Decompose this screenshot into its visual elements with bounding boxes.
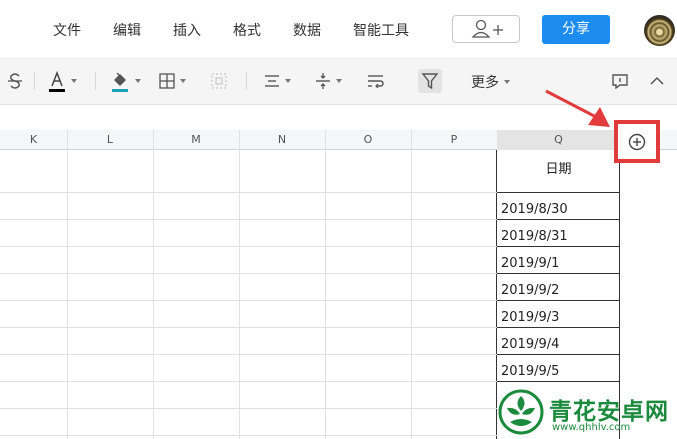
column-header-l[interactable]: L — [67, 130, 153, 150]
border-button[interactable] — [159, 70, 186, 92]
column-header-m[interactable]: M — [153, 130, 239, 150]
grid-line — [153, 130, 154, 439]
align-icon — [265, 75, 279, 87]
grid-line — [0, 435, 497, 436]
font-color-icon — [49, 70, 65, 92]
more-button[interactable]: 更多 — [471, 72, 510, 92]
menu-file[interactable]: 文件 — [53, 20, 81, 40]
fill-color-icon — [112, 72, 128, 92]
watermark-url: www.qhhlv.com — [552, 422, 631, 433]
fill-color-button[interactable] — [110, 70, 141, 92]
grid-line — [239, 130, 240, 439]
vertical-align-icon — [316, 73, 330, 89]
add-column-button[interactable] — [614, 120, 660, 163]
grid-line — [0, 381, 497, 382]
grid-line — [325, 130, 326, 439]
chevron-down-icon — [71, 79, 77, 83]
grid-line — [0, 300, 497, 301]
filter-icon — [421, 73, 439, 90]
date-header-cell[interactable]: 日期 — [497, 151, 620, 193]
filter-button[interactable] — [418, 69, 442, 93]
toolbar-divider — [246, 72, 247, 90]
annotation-arrow-icon — [545, 89, 610, 127]
column-header-o[interactable]: O — [325, 130, 411, 150]
date-cell[interactable]: 2019/9/3 — [497, 301, 620, 328]
date-cell[interactable]: 2019/9/4 — [497, 328, 620, 355]
grid-line — [0, 246, 497, 247]
chevron-down-icon — [336, 79, 342, 83]
grid-line — [0, 219, 497, 220]
more-label: 更多 — [471, 75, 499, 91]
column-header-n[interactable]: N — [239, 130, 325, 150]
grid-line — [67, 130, 68, 439]
share-button[interactable]: 分享 — [542, 15, 610, 44]
chevron-down-icon — [180, 79, 186, 83]
toolbar-divider — [34, 72, 35, 90]
wrap-text-button[interactable] — [367, 70, 385, 92]
chevron-down-icon — [285, 79, 291, 83]
date-cell[interactable]: 2019/9/1 — [497, 247, 620, 274]
wrap-text-icon — [368, 75, 384, 88]
column-header-p[interactable]: P — [411, 130, 497, 150]
avatar[interactable] — [644, 15, 675, 46]
horizontal-align-button[interactable] — [264, 70, 291, 92]
watermark-logo-icon — [498, 389, 544, 435]
menu-insert[interactable]: 插入 — [173, 20, 201, 40]
toolbar-divider — [95, 72, 96, 90]
strikethrough-button[interactable] — [6, 70, 24, 92]
font-color-button[interactable] — [48, 70, 77, 92]
menu-smart-tools[interactable]: 智能工具 — [353, 20, 409, 40]
date-cell[interactable]: 2019/9/2 — [497, 274, 620, 301]
border-icon — [159, 73, 175, 89]
grid-line — [0, 192, 497, 193]
grid-line — [0, 408, 497, 409]
add-collaborator-button[interactable] — [452, 15, 520, 43]
date-cell[interactable]: 2019/8/31 — [497, 220, 620, 247]
watermark-title: 青花安卓网 — [549, 399, 669, 425]
merge-cells-icon — [211, 73, 227, 89]
grid-line — [411, 130, 412, 439]
collapse-toolbar-button[interactable] — [650, 70, 664, 92]
add-column-icon — [628, 133, 646, 150]
date-cell[interactable]: 2019/9/5 — [497, 355, 620, 382]
menu-data[interactable]: 数据 — [293, 20, 321, 40]
date-cell[interactable]: 2019/8/30 — [497, 193, 620, 220]
grid-line — [0, 354, 497, 355]
grid-line — [0, 327, 497, 328]
merge-cells-button[interactable] — [211, 70, 227, 92]
menu-format[interactable]: 格式 — [233, 20, 261, 40]
strikethrough-icon — [8, 73, 22, 89]
column-header-k[interactable]: K — [0, 130, 67, 150]
menu-edit[interactable]: 编辑 — [113, 20, 141, 40]
chevron-down-icon — [135, 79, 141, 83]
grid-line — [0, 273, 497, 274]
chevron-down-icon — [504, 80, 510, 84]
vertical-align-button[interactable] — [315, 70, 342, 92]
add-user-icon — [471, 19, 503, 38]
collapse-icon — [650, 76, 664, 85]
